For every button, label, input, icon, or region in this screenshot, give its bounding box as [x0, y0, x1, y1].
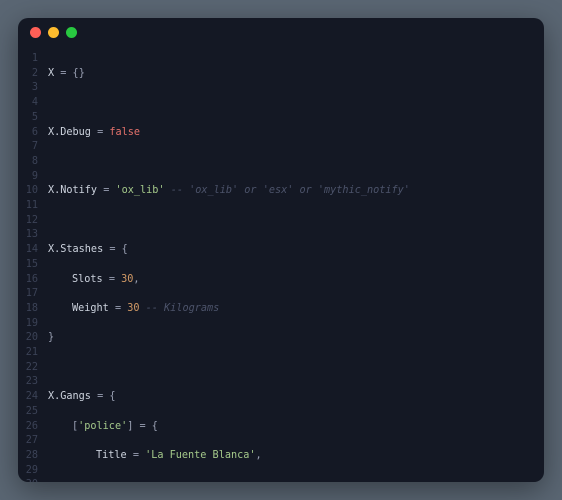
code-token: 'La Fuente Blanca' — [145, 450, 255, 461]
line-number: 19 — [18, 317, 38, 332]
line-number: 11 — [18, 199, 38, 214]
line-number: 8 — [18, 155, 38, 170]
line-number: 5 — [18, 111, 38, 126]
code-line — [48, 214, 544, 229]
code-token: X.Debug — [48, 127, 97, 138]
code-token: X.Gangs — [48, 391, 97, 402]
code-comment: -- Kilograms — [146, 303, 220, 314]
line-number: 22 — [18, 361, 38, 376]
code-token: 30 — [127, 303, 139, 314]
minimize-icon[interactable] — [48, 27, 59, 38]
line-number: 17 — [18, 287, 38, 302]
zoom-icon[interactable] — [66, 27, 77, 38]
line-number: 7 — [18, 140, 38, 155]
line-number: 6 — [18, 126, 38, 141]
line-number: 1 — [18, 52, 38, 67]
code-token: } — [48, 332, 54, 343]
code-token: 'ox_lib' — [115, 185, 164, 196]
line-number: 26 — [18, 420, 38, 435]
line-number-gutter: 1234567891011121314151617181920212223242… — [18, 52, 48, 472]
code-window: 1234567891011121314151617181920212223242… — [18, 18, 544, 482]
line-number: 18 — [18, 302, 38, 317]
code-content[interactable]: X = {} X.Debug = false X.Notify = 'ox_li… — [48, 52, 544, 472]
line-number: 24 — [18, 390, 38, 405]
code-token: false — [109, 127, 140, 138]
code-line — [48, 155, 544, 170]
line-number: 3 — [18, 81, 38, 96]
titlebar — [18, 18, 544, 46]
line-number: 29 — [18, 464, 38, 479]
line-number: 21 — [18, 346, 38, 361]
line-number: 2 — [18, 67, 38, 82]
line-number: 9 — [18, 170, 38, 185]
line-number: 13 — [18, 228, 38, 243]
code-token: Slots — [72, 274, 109, 285]
line-number: 25 — [18, 405, 38, 420]
code-line — [48, 361, 544, 376]
code-token: {} — [66, 68, 84, 79]
line-number: 4 — [18, 96, 38, 111]
code-token: X.Notify — [48, 185, 103, 196]
line-number: 20 — [18, 331, 38, 346]
line-number: 15 — [18, 258, 38, 273]
code-token: X.Stashes — [48, 244, 109, 255]
code-token: Title — [96, 450, 133, 461]
code-comment: -- 'ox_lib' or 'esx' or 'mythic_notify' — [165, 185, 410, 196]
line-number: 16 — [18, 273, 38, 288]
line-number: 28 — [18, 449, 38, 464]
code-editor[interactable]: 1234567891011121314151617181920212223242… — [18, 46, 544, 482]
line-number: 10 — [18, 184, 38, 199]
line-number: 30 — [18, 478, 38, 482]
line-number: 12 — [18, 214, 38, 229]
line-number: 27 — [18, 434, 38, 449]
close-icon[interactable] — [30, 27, 41, 38]
code-token: 'police' — [78, 421, 127, 432]
code-token: 30 — [121, 274, 133, 285]
line-number: 23 — [18, 375, 38, 390]
code-token: X — [48, 68, 60, 79]
code-line — [48, 96, 544, 111]
code-token: Weight — [72, 303, 115, 314]
line-number: 14 — [18, 243, 38, 258]
